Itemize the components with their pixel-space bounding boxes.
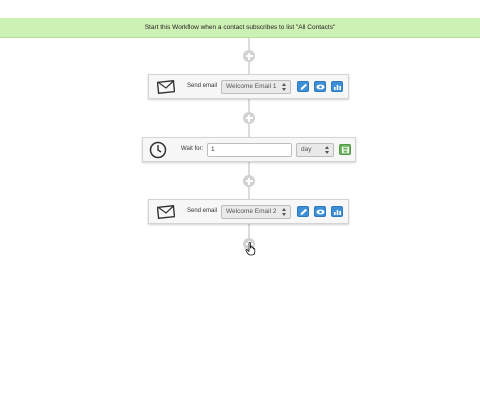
hand-pointer-icon [245, 242, 257, 261]
wait-duration-value: 1 [211, 146, 215, 153]
preview-email-button[interactable] [314, 81, 326, 92]
select-arrows-icon [282, 208, 287, 216]
email-select[interactable]: Welcome Email 2 [221, 205, 291, 219]
email-select[interactable]: Welcome Email 1 [221, 80, 291, 94]
preview-email-button[interactable] [314, 206, 326, 217]
edit-email-button[interactable] [297, 81, 309, 92]
select-arrows-icon [282, 83, 287, 91]
envelope-icon [156, 79, 176, 99]
send-email-label: Send email [187, 83, 218, 89]
clock-icon [149, 141, 167, 164]
email-stats-button[interactable] [331, 81, 343, 92]
send-email-step: Send email Welcome Email 2 [148, 199, 349, 224]
email-stats-button[interactable] [331, 206, 343, 217]
send-email-step: Send email Welcome Email 1 [148, 74, 349, 99]
wait-unit-select[interactable]: day [296, 143, 334, 157]
wait-unit-value: day [301, 146, 312, 153]
add-step-button[interactable] [243, 50, 255, 62]
wait-step: Wait for: 1 day [142, 137, 356, 162]
save-wait-button[interactable] [339, 144, 351, 155]
email-select-value: Welcome Email 2 [226, 208, 277, 215]
select-arrows-icon [325, 146, 330, 154]
wait-for-label: Wait for: [181, 146, 204, 152]
send-email-label: Send email [187, 208, 218, 214]
wait-duration-input[interactable]: 1 [207, 143, 292, 157]
edit-email-button[interactable] [297, 206, 309, 217]
add-step-button[interactable] [243, 112, 255, 124]
add-step-button[interactable] [243, 175, 255, 187]
workflow-trigger-bar: Start this Workflow when a contact subsc… [0, 18, 480, 38]
envelope-icon [156, 204, 176, 224]
email-select-value: Welcome Email 1 [226, 83, 277, 90]
